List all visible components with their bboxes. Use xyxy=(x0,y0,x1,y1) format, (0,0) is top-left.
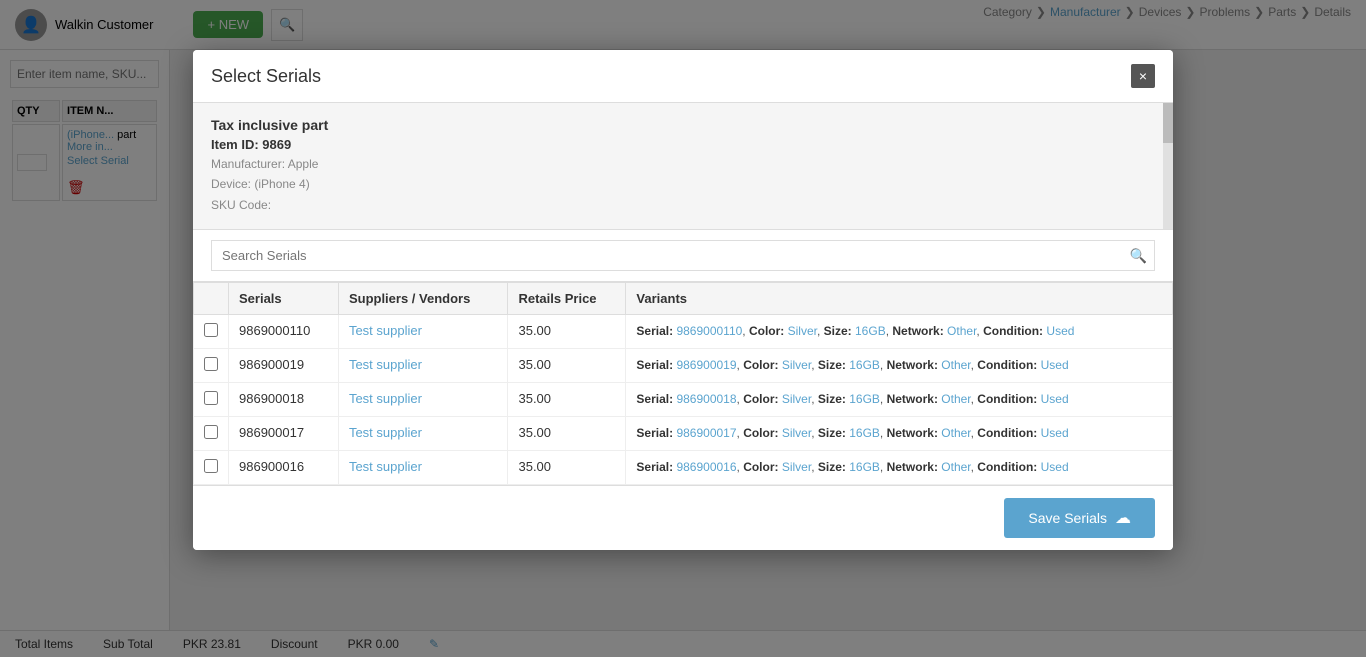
supplier-link[interactable]: Test supplier xyxy=(349,357,422,372)
variants-text: Serial: 986900017, Color: Silver, Size: … xyxy=(636,426,1068,440)
variants-text: Serial: 9869000110, Color: Silver, Size:… xyxy=(636,324,1074,338)
row-checkbox-cell[interactable] xyxy=(194,315,229,349)
serial-cell: 986900017 xyxy=(229,417,339,451)
supplier-link[interactable]: Test supplier xyxy=(349,425,422,440)
serial-search-input[interactable] xyxy=(211,240,1155,271)
supplier-link[interactable]: Test supplier xyxy=(349,391,422,406)
supplier-cell: Test supplier xyxy=(338,383,508,417)
serial-cell: 986900016 xyxy=(229,451,339,485)
modal-info-scrollbar xyxy=(1163,103,1173,229)
retail-price: 35.00 xyxy=(518,459,551,474)
variants-cell: Serial: 986900018, Color: Silver, Size: … xyxy=(626,383,1173,417)
supplier-cell: Test supplier xyxy=(338,451,508,485)
modal-header: Select Serials × xyxy=(193,50,1173,103)
row-checkbox-cell[interactable] xyxy=(194,383,229,417)
row-checkbox-0[interactable] xyxy=(204,323,218,337)
cloud-upload-icon: ☁ xyxy=(1115,508,1131,528)
retail-price: 35.00 xyxy=(518,391,551,406)
variants-text: Serial: 986900018, Color: Silver, Size: … xyxy=(636,392,1068,406)
suppliers-header: Suppliers / Vendors xyxy=(338,283,508,315)
variants-header: Variants xyxy=(626,283,1173,315)
serial-number: 986900017 xyxy=(239,425,304,440)
serial-number: 9869000110 xyxy=(239,323,310,338)
modal-search-area: 🔍 xyxy=(193,230,1173,282)
serials-table: Serials Suppliers / Vendors Retails Pric… xyxy=(193,282,1173,485)
table-row: 986900017 Test supplier 35.00 Serial: 98… xyxy=(194,417,1173,451)
manufacturer-label: Manufacturer: xyxy=(211,157,285,171)
scrollbar-thumb xyxy=(1163,103,1173,143)
retail-price: 35.00 xyxy=(518,323,551,338)
supplier-link[interactable]: Test supplier xyxy=(349,459,422,474)
variants-cell: Serial: 9869000110, Color: Silver, Size:… xyxy=(626,315,1173,349)
row-checkbox-cell[interactable] xyxy=(194,417,229,451)
variants-cell: Serial: 986900019, Color: Silver, Size: … xyxy=(626,349,1173,383)
table-row: 986900019 Test supplier 35.00 Serial: 98… xyxy=(194,349,1173,383)
table-row: 986900016 Test supplier 35.00 Serial: 98… xyxy=(194,451,1173,485)
variants-cell: Serial: 986900016, Color: Silver, Size: … xyxy=(626,451,1173,485)
modal-overlay: Select Serials × Tax inclusive part Item… xyxy=(0,0,1366,657)
serial-number: 986900019 xyxy=(239,357,304,372)
serial-number: 986900016 xyxy=(239,459,304,474)
table-row: 9869000110 Test supplier 35.00 Serial: 9… xyxy=(194,315,1173,349)
price-cell: 35.00 xyxy=(508,383,626,417)
serial-number: 986900018 xyxy=(239,391,304,406)
save-serials-button[interactable]: Save Serials ☁ xyxy=(1004,498,1155,538)
modal-item-id: Item ID: 9869 xyxy=(211,137,1155,152)
save-serials-label: Save Serials xyxy=(1028,510,1107,526)
device-value: (iPhone 4) xyxy=(254,177,309,191)
row-checkbox-4[interactable] xyxy=(204,459,218,473)
row-checkbox-cell[interactable] xyxy=(194,451,229,485)
item-id-value: 9869 xyxy=(262,137,291,152)
serial-cell: 986900018 xyxy=(229,383,339,417)
device-label: Device: xyxy=(211,177,251,191)
checkbox-header xyxy=(194,283,229,315)
modal-footer: Save Serials ☁ xyxy=(193,485,1173,550)
row-checkbox-1[interactable] xyxy=(204,357,218,371)
supplier-link[interactable]: Test supplier xyxy=(349,323,422,338)
modal-close-button[interactable]: × xyxy=(1131,64,1155,88)
search-wrapper: 🔍 xyxy=(211,240,1155,271)
modal-title: Select Serials xyxy=(211,66,321,87)
sku-label: SKU Code: xyxy=(211,198,271,212)
supplier-cell: Test supplier xyxy=(338,417,508,451)
modal-table-wrapper: Serials Suppliers / Vendors Retails Pric… xyxy=(193,282,1173,485)
price-header: Retails Price xyxy=(508,283,626,315)
select-serials-modal: Select Serials × Tax inclusive part Item… xyxy=(193,50,1173,550)
table-row: 986900018 Test supplier 35.00 Serial: 98… xyxy=(194,383,1173,417)
item-id-label: Item ID: xyxy=(211,137,259,152)
serial-cell: 9869000110 xyxy=(229,315,339,349)
supplier-cell: Test supplier xyxy=(338,315,508,349)
row-checkbox-2[interactable] xyxy=(204,391,218,405)
retail-price: 35.00 xyxy=(518,357,551,372)
price-cell: 35.00 xyxy=(508,451,626,485)
price-cell: 35.00 xyxy=(508,349,626,383)
price-cell: 35.00 xyxy=(508,315,626,349)
retail-price: 35.00 xyxy=(518,425,551,440)
modal-item-meta: Manufacturer: Apple Device: (iPhone 4) S… xyxy=(211,154,1155,215)
variants-cell: Serial: 986900017, Color: Silver, Size: … xyxy=(626,417,1173,451)
row-checkbox-3[interactable] xyxy=(204,425,218,439)
manufacturer-value: Apple xyxy=(288,157,319,171)
table-header-row: Serials Suppliers / Vendors Retails Pric… xyxy=(194,283,1173,315)
modal-info: Tax inclusive part Item ID: 9869 Manufac… xyxy=(193,103,1173,230)
price-cell: 35.00 xyxy=(508,417,626,451)
search-icon: 🔍 xyxy=(1130,247,1147,264)
variants-text: Serial: 986900016, Color: Silver, Size: … xyxy=(636,460,1068,474)
serials-header: Serials xyxy=(229,283,339,315)
variants-text: Serial: 986900019, Color: Silver, Size: … xyxy=(636,358,1068,372)
row-checkbox-cell[interactable] xyxy=(194,349,229,383)
supplier-cell: Test supplier xyxy=(338,349,508,383)
serial-cell: 986900019 xyxy=(229,349,339,383)
modal-item-title: Tax inclusive part xyxy=(211,117,1155,133)
